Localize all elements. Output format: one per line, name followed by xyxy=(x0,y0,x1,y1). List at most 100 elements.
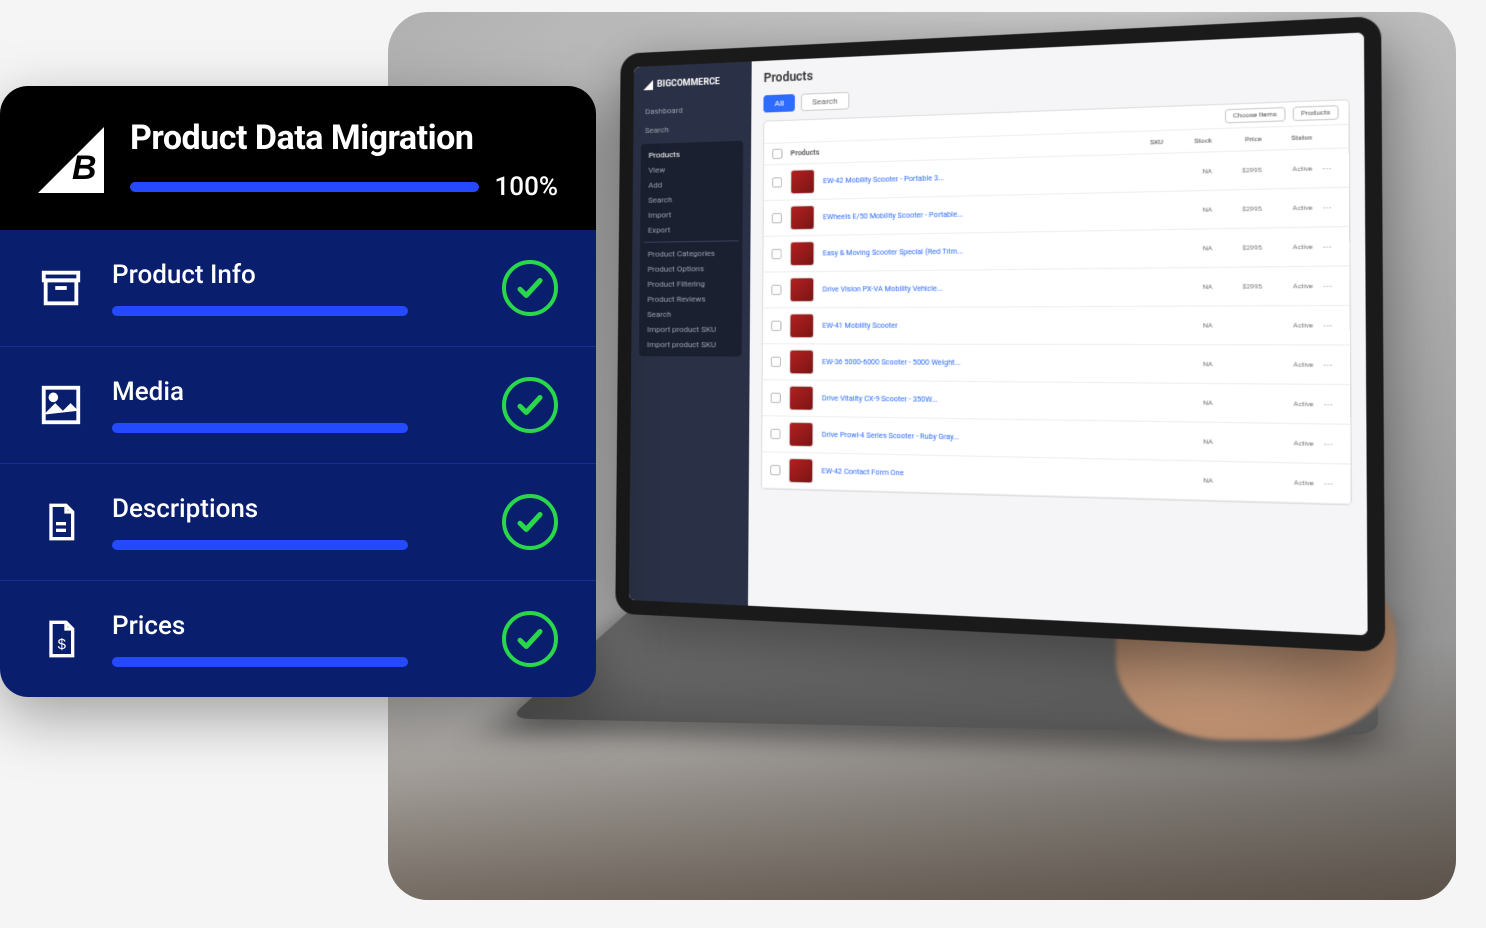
sidebar-products-group: Products View Add Search Import Export P… xyxy=(639,141,743,357)
tab-all[interactable]: All xyxy=(763,94,795,113)
sidebar-item-import-sku[interactable]: Import product SKU xyxy=(643,322,738,337)
migration-item: $Prices xyxy=(0,581,596,697)
row-actions-icon[interactable]: ⋯ xyxy=(1324,478,1341,489)
cell-sku xyxy=(1124,172,1163,173)
product-thumbnail xyxy=(788,458,813,484)
svg-text:B: B xyxy=(72,149,97,187)
table-body: EW-42 Mobility Scooter - Portable 3... NA… xyxy=(762,148,1351,504)
product-name-link[interactable]: Drive Vitality CX-9 Scooter - 350W... xyxy=(822,394,1115,406)
row-checkbox[interactable] xyxy=(770,465,780,476)
products-dropdown[interactable]: Products xyxy=(1293,105,1339,121)
admin-sidebar: BIGCOMMERCE Dashboard Search Products Vi… xyxy=(629,61,752,605)
cell-sku xyxy=(1125,479,1164,480)
row-checkbox[interactable] xyxy=(771,321,781,331)
product-thumbnail xyxy=(789,422,814,447)
product-name-link[interactable]: Easy & Moving Scooter Special (Red Trim.… xyxy=(823,245,1116,257)
checkmark-icon xyxy=(502,260,558,316)
choose-items-button[interactable]: Choose Items xyxy=(1225,107,1286,123)
row-checkbox[interactable] xyxy=(771,285,781,295)
product-name-link[interactable]: EW-36 5000-6000 Scooter - 5000 Weight... xyxy=(822,358,1115,368)
sidebar-item-filtering[interactable]: Product Filtering xyxy=(643,276,738,292)
row-checkbox[interactable] xyxy=(771,357,781,367)
row-actions-icon[interactable]: ⋯ xyxy=(1322,241,1339,251)
sidebar-item-categories[interactable]: Product Categories xyxy=(644,245,739,261)
file-dollar-icon: $ xyxy=(38,616,84,662)
cell-price: $2995 xyxy=(1222,166,1262,175)
cell-status: Active xyxy=(1273,478,1314,487)
file-text-icon xyxy=(38,499,84,545)
row-actions-icon[interactable]: ⋯ xyxy=(1322,202,1339,212)
product-name-link[interactable]: EW-42 Contact Form One xyxy=(822,467,1116,483)
cell-status: Active xyxy=(1271,165,1312,174)
progress-bar xyxy=(112,306,408,316)
migration-overall-progress: 100% xyxy=(130,172,558,202)
cell-price xyxy=(1222,442,1263,443)
col-sku: SKU xyxy=(1124,138,1163,147)
sidebar-item-search[interactable]: Search xyxy=(641,119,743,138)
migration-item: Media xyxy=(0,347,596,464)
row-actions-icon[interactable]: ⋯ xyxy=(1323,281,1340,291)
sidebar-item-options[interactable]: Product Options xyxy=(644,261,739,277)
product-name-link[interactable]: Drive Prowl-4 Series Scooter - Ruby Gray… xyxy=(822,431,1116,445)
row-checkbox[interactable] xyxy=(772,177,782,187)
table-row[interactable]: EW-36 5000-6000 Scooter - 5000 Weight...… xyxy=(763,344,1350,385)
checkmark-icon xyxy=(502,611,558,667)
svg-text:$: $ xyxy=(58,636,67,653)
product-thumbnail xyxy=(790,169,815,194)
table-row[interactable]: Drive Vision PX-VA Mobility Vehicle...NA… xyxy=(763,267,1349,309)
col-products: Products xyxy=(790,139,1115,157)
cell-price xyxy=(1222,481,1263,482)
row-actions-icon[interactable]: ⋯ xyxy=(1323,360,1340,370)
product-name-link[interactable]: EW-41 Mobility Scooter xyxy=(822,321,1115,330)
product-name-link[interactable]: EWheels E/50 Mobility Scooter - Portable… xyxy=(823,207,1115,221)
row-checkbox[interactable] xyxy=(772,213,782,223)
checkmark-icon xyxy=(502,494,558,550)
row-actions-icon[interactable]: ⋯ xyxy=(1323,399,1340,409)
cell-price: $2995 xyxy=(1222,205,1262,214)
cell-status: Active xyxy=(1272,243,1313,251)
migration-item-content: Product Info xyxy=(112,260,474,316)
product-name-link[interactable]: EW-42 Mobility Scooter - Portable 3... xyxy=(823,169,1115,185)
product-thumbnail xyxy=(789,313,814,338)
row-checkbox[interactable] xyxy=(770,429,780,440)
migration-items-list: Product Info Media Descriptions $Prices xyxy=(0,230,596,697)
migration-title: Product Data Migration xyxy=(130,118,558,158)
progress-percent: 100% xyxy=(495,172,558,202)
row-actions-icon[interactable]: ⋯ xyxy=(1323,320,1340,330)
migration-title-wrap: Product Data Migration 100% xyxy=(130,118,558,202)
cell-stock: NA xyxy=(1173,321,1213,329)
table-row[interactable]: EW-41 Mobility Scooter NA Active ⋯ xyxy=(763,306,1350,346)
sidebar-item-export[interactable]: Export xyxy=(644,221,739,238)
row-actions-icon[interactable]: ⋯ xyxy=(1322,163,1339,174)
col-stock: Stock xyxy=(1172,137,1212,146)
laptop-screen: BIGCOMMERCE Dashboard Search Products Vi… xyxy=(615,16,1385,652)
sidebar-item-import-sku2[interactable]: Import product SKU xyxy=(643,337,738,352)
admin-main: Products All Search Choose Items Product… xyxy=(748,32,1368,635)
bigcommerce-logo-icon xyxy=(643,80,653,90)
product-name-link[interactable]: Drive Vision PX-VA Mobility Vehicle... xyxy=(822,283,1115,294)
cell-status: Active xyxy=(1272,321,1313,329)
sidebar-item-search3[interactable]: Search xyxy=(643,306,738,321)
migration-item-label: Descriptions xyxy=(112,494,474,524)
migration-item-content: Descriptions xyxy=(112,494,474,550)
migration-item-label: Product Info xyxy=(112,260,474,290)
sidebar-item-reviews[interactable]: Product Reviews xyxy=(643,291,738,307)
brand-logo: BIGCOMMERCE xyxy=(641,70,743,101)
migration-progress-card: B Product Data Migration 100% Product In… xyxy=(0,86,596,697)
migration-item: Descriptions xyxy=(0,464,596,581)
row-checkbox[interactable] xyxy=(772,249,782,259)
cell-status: Active xyxy=(1272,439,1313,448)
archive-icon xyxy=(38,265,84,311)
cell-stock: NA xyxy=(1173,476,1213,485)
cell-stock: NA xyxy=(1173,399,1213,407)
cell-status: Active xyxy=(1272,204,1313,213)
image-icon xyxy=(38,382,84,428)
cell-stock: NA xyxy=(1173,206,1213,214)
progress-bar xyxy=(112,657,408,667)
progress-bar xyxy=(112,540,408,550)
tab-search[interactable]: Search xyxy=(801,92,849,111)
row-checkbox[interactable] xyxy=(771,393,781,403)
row-actions-icon[interactable]: ⋯ xyxy=(1323,439,1340,449)
sidebar-item-dashboard[interactable]: Dashboard xyxy=(641,100,743,119)
select-all-checkbox[interactable] xyxy=(772,149,782,160)
